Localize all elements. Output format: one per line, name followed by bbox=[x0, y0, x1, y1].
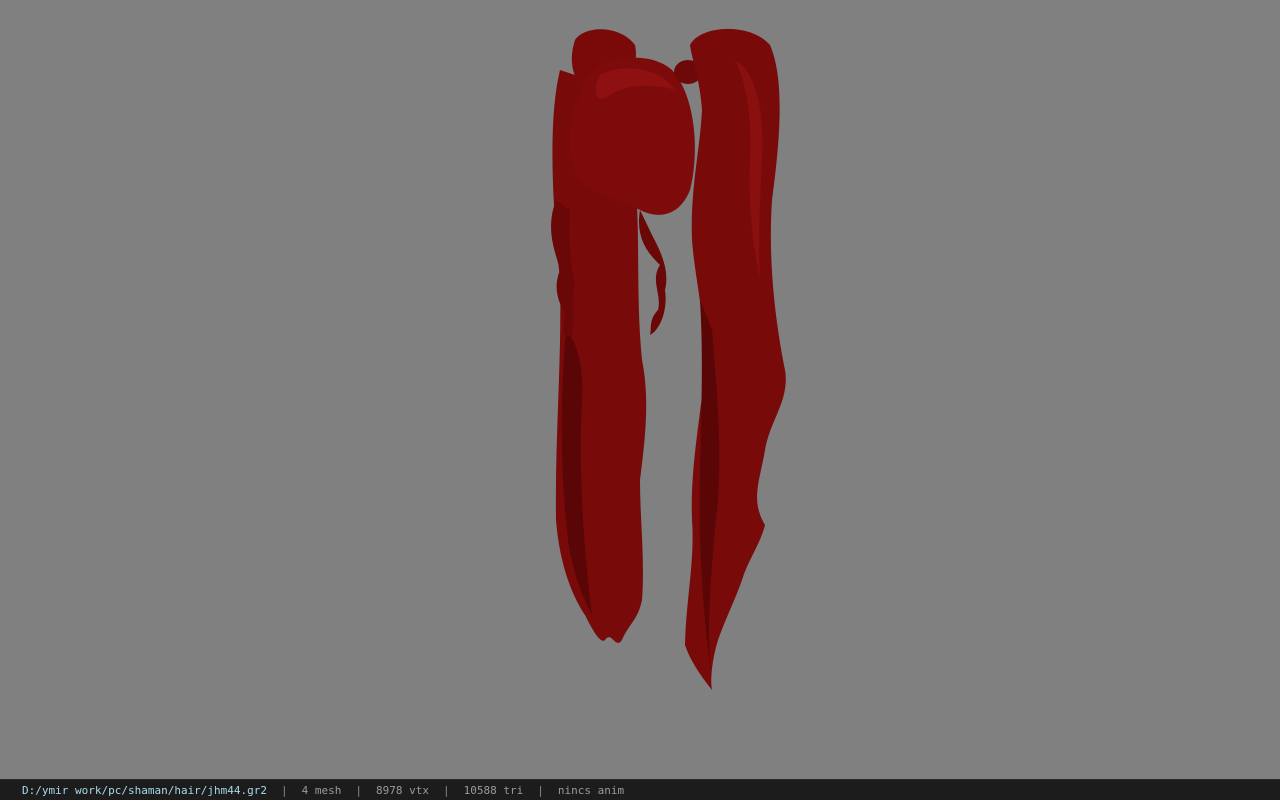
mesh-count: 4 mesh bbox=[301, 783, 342, 797]
separator: | bbox=[355, 783, 363, 797]
file-path: D:/ymir work/pc/shaman/hair/jhm44.gr2 bbox=[22, 783, 268, 797]
separator: | bbox=[537, 783, 544, 797]
vertex-count: 8978 vtx bbox=[376, 783, 430, 797]
status-bar: D:/ymir work/pc/shaman/hair/jhm44.gr2 | … bbox=[0, 779, 1280, 800]
animation-status: nincs anim bbox=[557, 783, 625, 797]
3d-viewport[interactable] bbox=[0, 0, 1280, 779]
right-curls bbox=[639, 210, 667, 335]
triangle-count: 10588 tri bbox=[463, 783, 524, 797]
hair-model-render bbox=[551, 28, 786, 691]
separator: | bbox=[443, 783, 450, 797]
right-ponytail bbox=[685, 28, 786, 691]
separator: | bbox=[281, 783, 288, 797]
